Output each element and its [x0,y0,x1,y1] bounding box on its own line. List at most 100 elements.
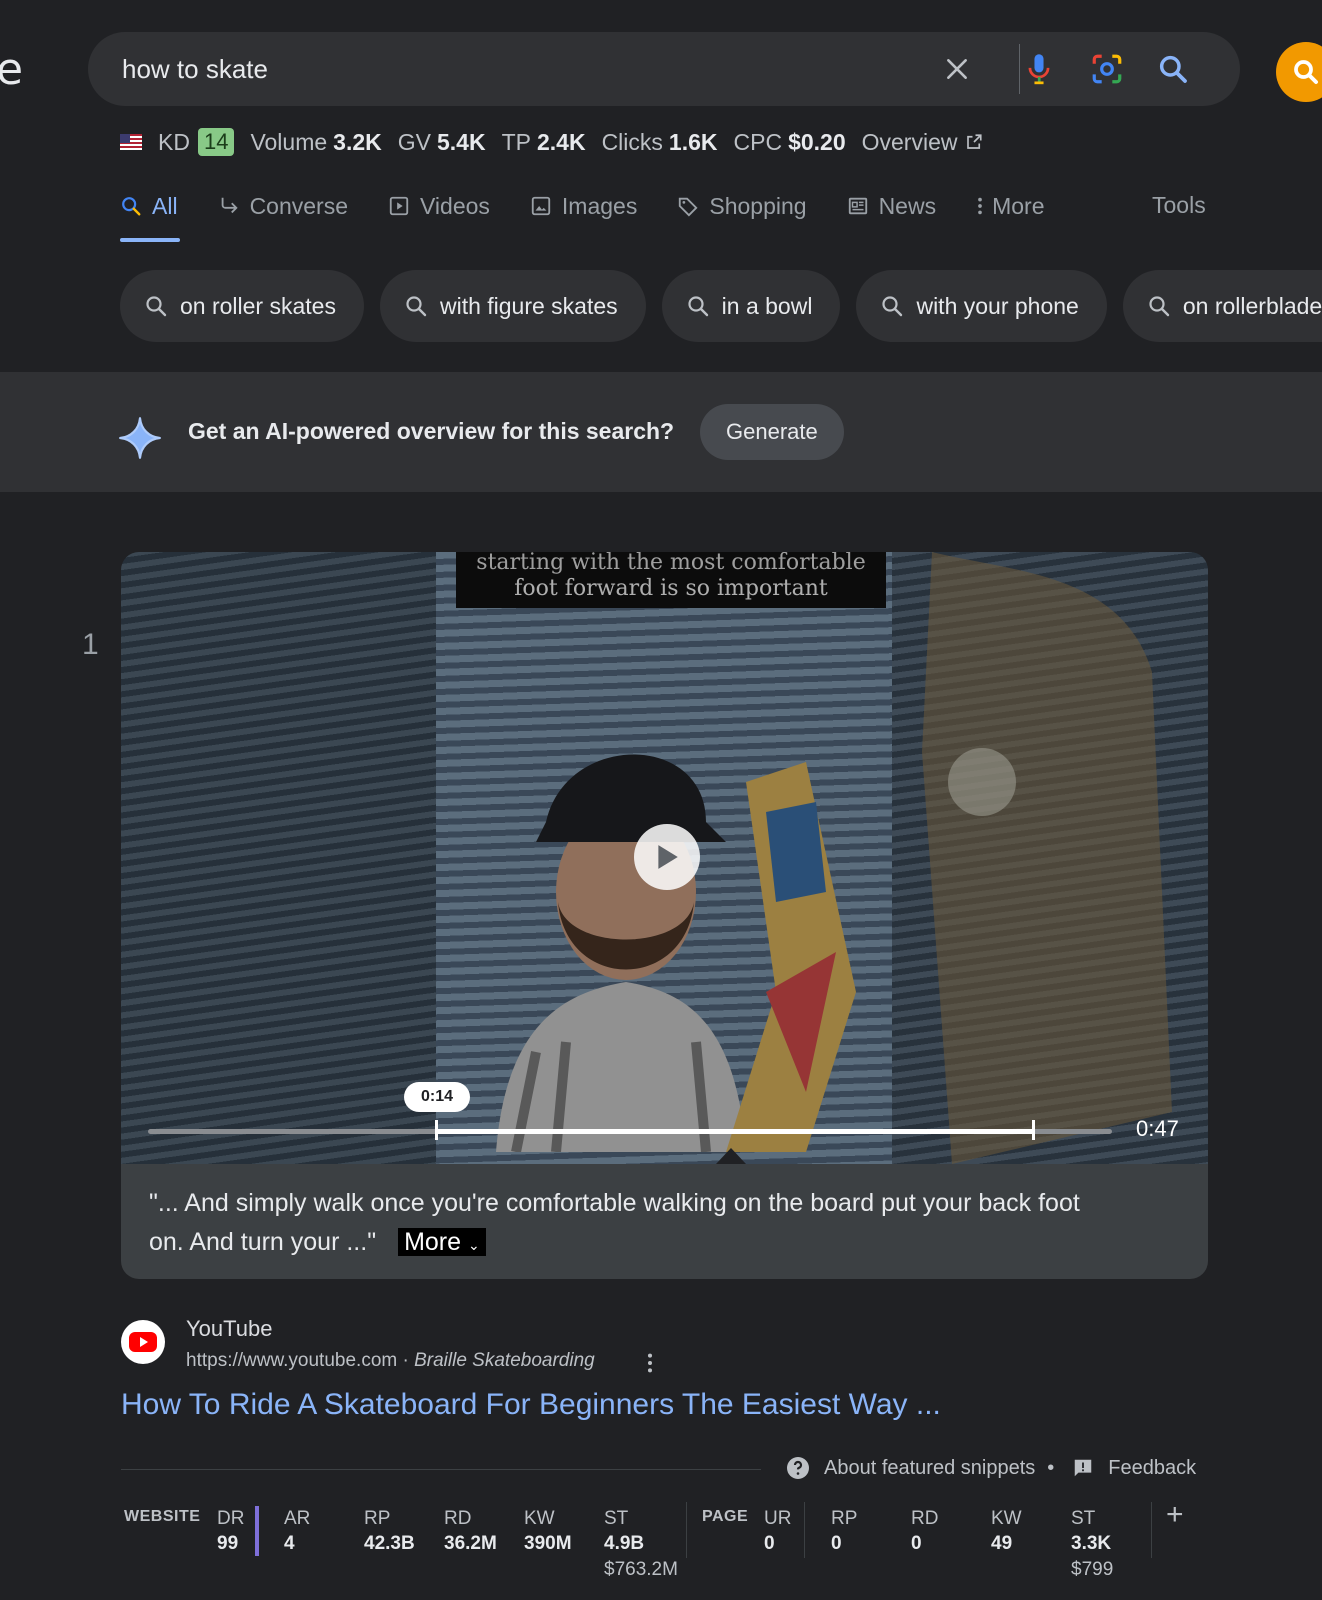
cpc-metric: CPC $0.20 [733,128,846,155]
metric-ar: AR 4 [284,1508,311,1554]
help-icon [787,1457,809,1479]
search-input[interactable]: how to skate [122,54,268,85]
chevron-down-icon: ⌄ [468,1237,480,1253]
segment-end-marker[interactable] [1032,1120,1035,1140]
metric-kw: KW 390M [524,1508,572,1554]
generate-button[interactable]: Generate [700,404,844,460]
chip-with-your-phone[interactable]: with your phone [856,270,1107,342]
account-avatar[interactable] [1276,42,1322,102]
refinement-chips: on roller skates with figure skates in a… [120,270,1322,342]
metric-ur: UR 0 [764,1508,792,1554]
kd-metric: KD 14 [158,128,235,156]
metrics-divider [686,1502,687,1558]
image-icon [531,196,551,216]
metric-rd: RD 36.2M [444,1508,497,1554]
search-icon [146,296,167,317]
tab-news[interactable]: News [847,186,936,226]
snippet-divider [121,1469,761,1470]
tab-images[interactable]: Images [530,186,637,226]
video-blur-left [121,552,436,1164]
voice-search-button[interactable] [1020,50,1058,88]
search-bar: how to skate [88,32,1240,106]
tag-icon [679,197,698,217]
search-tabs: All Converse Videos Images Shopping News… [120,186,1084,242]
news-icon [848,197,867,215]
result-title-link[interactable]: How To Ride A Skateboard For Beginners T… [121,1388,941,1422]
video-duration: 0:47 [1136,1116,1179,1141]
lens-search-button[interactable] [1088,50,1126,88]
microphone-icon [1028,54,1050,85]
result-options-button[interactable] [646,1352,654,1379]
more-transcript-button[interactable]: More ⌄ [398,1228,486,1256]
gv-metric: GV 5.4K [397,128,486,155]
search-icon [1294,60,1318,84]
search-icon [882,296,903,317]
search-icon [688,296,708,317]
chip-in-a-bowl[interactable]: in a bowl [661,270,841,342]
metric-page-st: ST 3.3K $799 [1071,1508,1114,1580]
tab-converse[interactable]: Converse [218,186,348,226]
youtube-icon [129,1332,157,1352]
tab-shopping[interactable]: Shopping [677,186,807,226]
search-icon [406,296,427,317]
camera-lens-icon [1092,54,1122,84]
site-url: https://www.youtube.com · Braille Skateb… [186,1350,595,1371]
feedback-link[interactable]: Feedback [1108,1457,1196,1480]
us-flag-icon [120,134,142,150]
add-metric-button[interactable]: + [1166,1498,1184,1532]
more-vert-icon [978,197,982,215]
close-icon [947,59,967,79]
metric-rp: RP 42.3B [364,1508,415,1554]
site-name: YouTube [186,1316,273,1341]
video-player[interactable]: starting with the most comfortable foot … [121,552,1208,1164]
feedback-icon [1075,1459,1092,1477]
search-icon [1149,296,1170,317]
search-icon [122,197,141,216]
metric-dr: DR 99 [217,1508,245,1554]
metrics-divider [804,1502,805,1558]
about-featured-snippets-link[interactable]: About featured snippets [824,1457,1035,1480]
metrics-divider [1151,1502,1152,1558]
play-button[interactable] [634,824,700,890]
clip-segment [436,1129,1034,1134]
sparkle-icon [119,417,161,459]
ai-overview-banner: Get an AI-powered overview for this sear… [0,372,1322,492]
current-time-bubble: 0:14 [404,1082,470,1112]
tab-videos[interactable]: Videos [388,186,490,226]
external-link-icon [967,134,983,149]
seo-toolbar: KD 14 Volume 3.2K GV 5.4K TP 2.4K Clicks 1.6K… [120,126,999,158]
kd-badge: 14 [197,128,235,156]
metric-page-rp: RP 0 [831,1508,858,1554]
segment-start-marker[interactable] [435,1120,438,1140]
volume-metric: Volume 3.2K [250,128,382,155]
dr-accent-bar [255,1506,259,1556]
search-submit-button[interactable] [1154,50,1192,88]
page-metrics-label: PAGE [702,1508,749,1525]
chip-on-roller-skates[interactable]: on roller skates [120,270,364,342]
skateboard-shape [922,552,1172,1164]
transcript-pointer [716,1148,746,1164]
metric-st: ST 4.9B $763.2M [604,1508,678,1580]
snippet-footer: About featured snippets • Feedback [786,1456,1196,1480]
converse-icon [221,197,238,214]
active-tab-indicator [120,238,180,242]
search-icon [1159,55,1187,83]
metric-page-kw: KW 49 [991,1508,1022,1554]
clear-search-button[interactable] [938,50,976,88]
tp-metric: TP 2.4K [501,128,586,155]
metric-page-rd: RD 0 [911,1508,939,1554]
more-vert-icon [647,1353,653,1373]
overview-link[interactable]: Overview [862,129,984,156]
youtube-favicon [121,1320,165,1364]
chip-with-figure-skates[interactable]: with figure skates [379,270,646,342]
play-icon [658,845,678,869]
website-metrics-label: WEBSITE [124,1508,201,1525]
transcript-snippet: "... And simply walk once you're comfort… [121,1164,1208,1279]
tab-all[interactable]: All [120,186,178,226]
video-blur-right [892,552,1208,1164]
tab-more[interactable]: More [976,186,1044,226]
ai-overview-prompt: Get an AI-powered overview for this sear… [188,418,675,444]
google-logo-fragment[interactable]: e [0,44,23,95]
chip-on-rollerblades[interactable]: on rollerblades [1122,270,1322,342]
tools-button[interactable]: Tools [1152,192,1206,219]
